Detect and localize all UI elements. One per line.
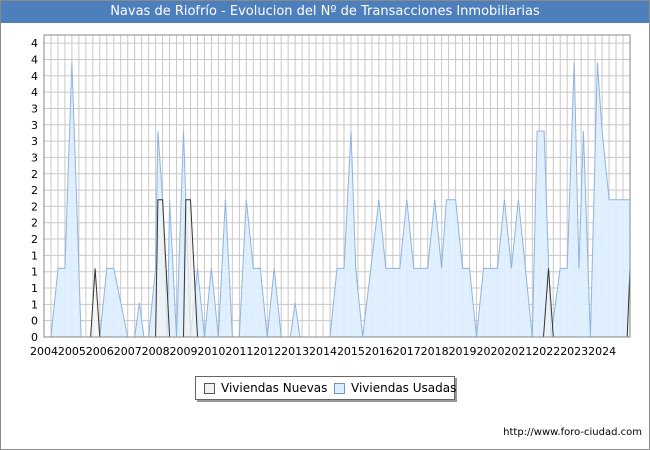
y-tick-label: 3 [31, 135, 38, 148]
x-tick-label: 2022 [532, 345, 560, 358]
x-tick-label: 2016 [365, 345, 393, 358]
x-tick-label: 2014 [309, 345, 337, 358]
y-tick-label: 1 [31, 282, 38, 295]
legend: Viviendas Nuevas Viviendas Usadas [195, 376, 456, 400]
x-tick-label: 2007 [114, 345, 142, 358]
y-tick-label: 2 [31, 217, 38, 230]
y-tick-label: 3 [31, 119, 38, 132]
source-link[interactable]: http://www.foro-ciudad.com [503, 427, 642, 438]
y-tick-label: 1 [31, 249, 38, 262]
y-tick-label: 2 [31, 200, 38, 213]
legend-label-nuevas: Viviendas Nuevas [221, 381, 328, 395]
legend-swatch-nuevas [204, 383, 215, 394]
x-tick-label: 2024 [588, 345, 616, 358]
x-tick-label: 2013 [281, 345, 309, 358]
y-tick-label: 4 [31, 53, 38, 66]
x-tick-label: 2011 [225, 345, 253, 358]
x-tick-label: 2006 [86, 345, 114, 358]
x-tick-label: 2008 [142, 345, 170, 358]
y-tick-label: 1 [31, 298, 38, 311]
legend-swatch-usadas [334, 383, 345, 394]
y-tick-label: 0 [31, 331, 38, 344]
y-tick-label: 2 [31, 233, 38, 246]
y-tick-label: 2 [31, 168, 38, 181]
x-tick-label: 2004 [30, 345, 58, 358]
x-tick-label: 2017 [393, 345, 421, 358]
y-tick-label: 2 [31, 184, 38, 197]
x-tick-label: 2010 [197, 345, 225, 358]
y-tick-label: 0 [31, 315, 38, 328]
x-tick-label: 2019 [449, 345, 477, 358]
legend-item-nuevas: Viviendas Nuevas [204, 381, 328, 395]
x-tick-label: 2005 [58, 345, 86, 358]
y-tick-label: 4 [31, 86, 38, 99]
x-tick-label: 2021 [504, 345, 532, 358]
y-tick-label: 4 [31, 70, 38, 83]
x-tick-label: 2015 [337, 345, 365, 358]
legend-item-usadas: Viviendas Usadas [334, 381, 456, 395]
x-tick-label: 2018 [421, 345, 449, 358]
x-tick-label: 2012 [253, 345, 281, 358]
x-tick-label: 2009 [170, 345, 198, 358]
y-tick-label: 4 [31, 37, 38, 50]
x-tick-label: 2020 [476, 345, 504, 358]
x-tick-label: 2023 [560, 345, 588, 358]
y-tick-label: 3 [31, 151, 38, 164]
y-tick-label: 3 [31, 102, 38, 115]
legend-label-usadas: Viviendas Usadas [351, 381, 457, 395]
y-tick-label: 1 [31, 266, 38, 279]
